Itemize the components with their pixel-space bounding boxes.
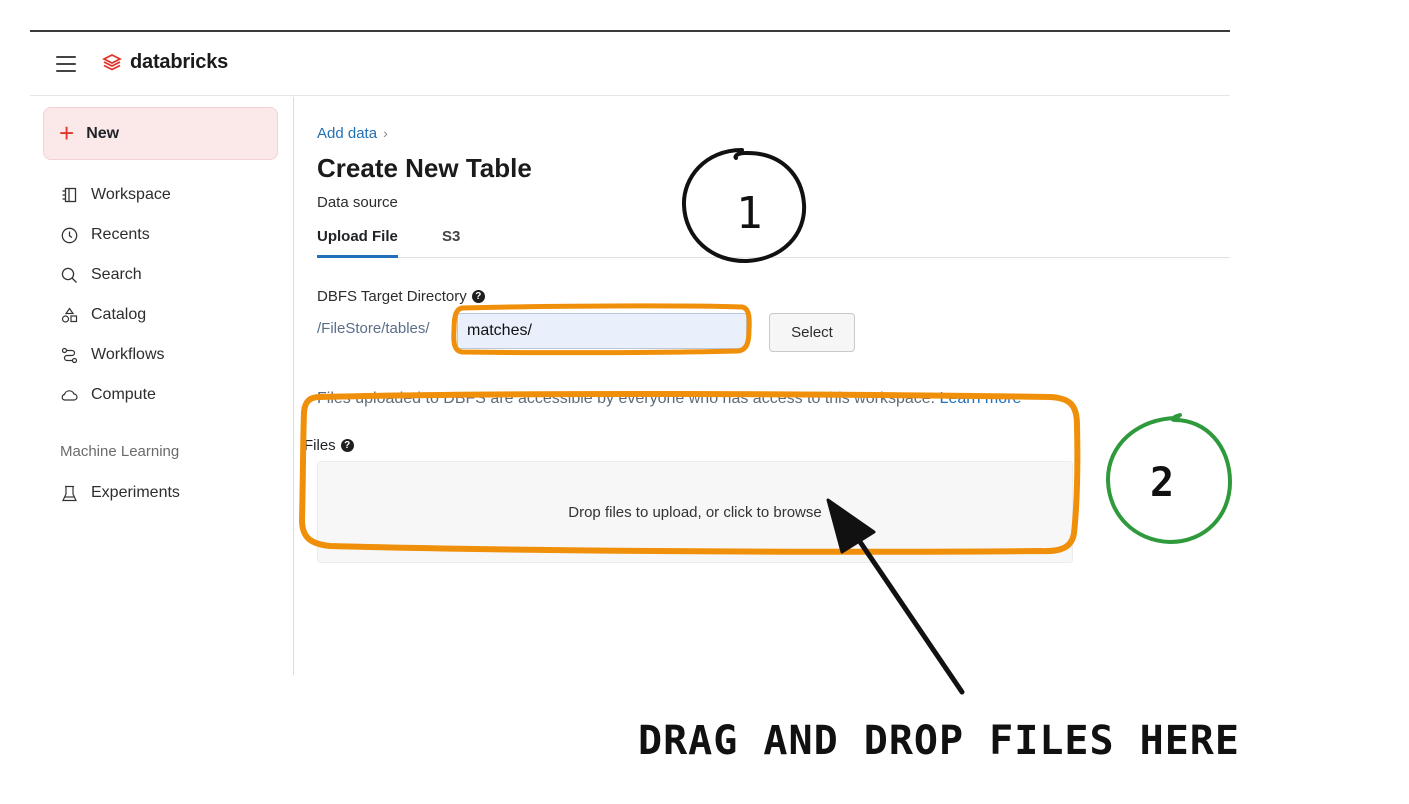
databricks-app: databricks + New Workspace Recents Searc…	[30, 30, 1230, 675]
sidebar-item-label: Compute	[91, 386, 156, 403]
sidebar-item-catalog[interactable]: Catalog	[30, 295, 294, 335]
sidebar-item-label: Workflows	[91, 346, 165, 363]
databricks-logo[interactable]: databricks	[102, 51, 228, 74]
brand-name: databricks	[130, 51, 229, 73]
flask-icon	[60, 484, 78, 502]
main-content: Add data › Create New Table Data source U…	[295, 97, 1230, 675]
section-heading-machine-learning: Machine Learning	[60, 443, 180, 460]
new-button-label: New	[86, 124, 120, 142]
page-title: Create New Table	[317, 153, 532, 183]
select-button[interactable]: Select	[769, 313, 855, 352]
tab-upload-file[interactable]: Upload File	[317, 228, 398, 258]
workspace-icon	[60, 186, 78, 204]
sidebar-nav: Workspace Recents Search Catalog Workflo…	[30, 175, 294, 415]
dbfs-target-directory-label: DBFS Target Directory ?	[317, 288, 485, 305]
clock-icon	[60, 226, 78, 244]
sidebar-item-label: Catalog	[91, 306, 147, 323]
dbfs-label-text: DBFS Target Directory	[317, 288, 467, 305]
cloud-icon	[60, 386, 78, 404]
sidebar-item-search[interactable]: Search	[30, 255, 294, 295]
sidebar-item-label: Recents	[91, 226, 150, 243]
dbfs-path-prefix: /FileStore/tables/	[317, 320, 430, 337]
sidebar-item-compute[interactable]: Compute	[30, 375, 294, 415]
sidebar-item-experiments[interactable]: Experiments	[30, 473, 294, 513]
databricks-logo-icon	[102, 53, 122, 71]
search-icon	[60, 266, 78, 284]
breadcrumb-separator: ›	[383, 125, 388, 141]
dbfs-directory-input[interactable]	[457, 313, 747, 349]
sidebar-item-recents[interactable]: Recents	[30, 215, 294, 255]
workflows-icon	[60, 346, 78, 364]
sidebar-item-label: Experiments	[91, 484, 180, 501]
sidebar-item-label: Search	[91, 266, 142, 283]
plus-icon: +	[59, 117, 75, 148]
tab-s3[interactable]: S3	[442, 228, 460, 257]
sidebar-item-workspace[interactable]: Workspace	[30, 175, 294, 215]
sidebar-nav-ml: Experiments	[30, 473, 294, 513]
sidebar-item-label: Workspace	[91, 186, 171, 203]
help-icon[interactable]: ?	[471, 290, 485, 303]
annotation-caption: DRAG AND DROP FILES HERE	[638, 718, 1240, 764]
new-button[interactable]: + New	[43, 107, 278, 160]
menu-icon[interactable]	[56, 56, 76, 72]
breadcrumb[interactable]: Add data ›	[317, 125, 388, 142]
sidebar: + New Workspace Recents Search Catalog W…	[30, 97, 294, 675]
data-source-label: Data source	[317, 194, 398, 211]
sidebar-item-workflows[interactable]: Workflows	[30, 335, 294, 375]
breadcrumb-add-data[interactable]: Add data	[317, 125, 377, 142]
top-bar: databricks	[30, 32, 1230, 96]
catalog-icon	[60, 306, 78, 324]
data-source-tabs: Upload File S3	[317, 228, 1230, 258]
